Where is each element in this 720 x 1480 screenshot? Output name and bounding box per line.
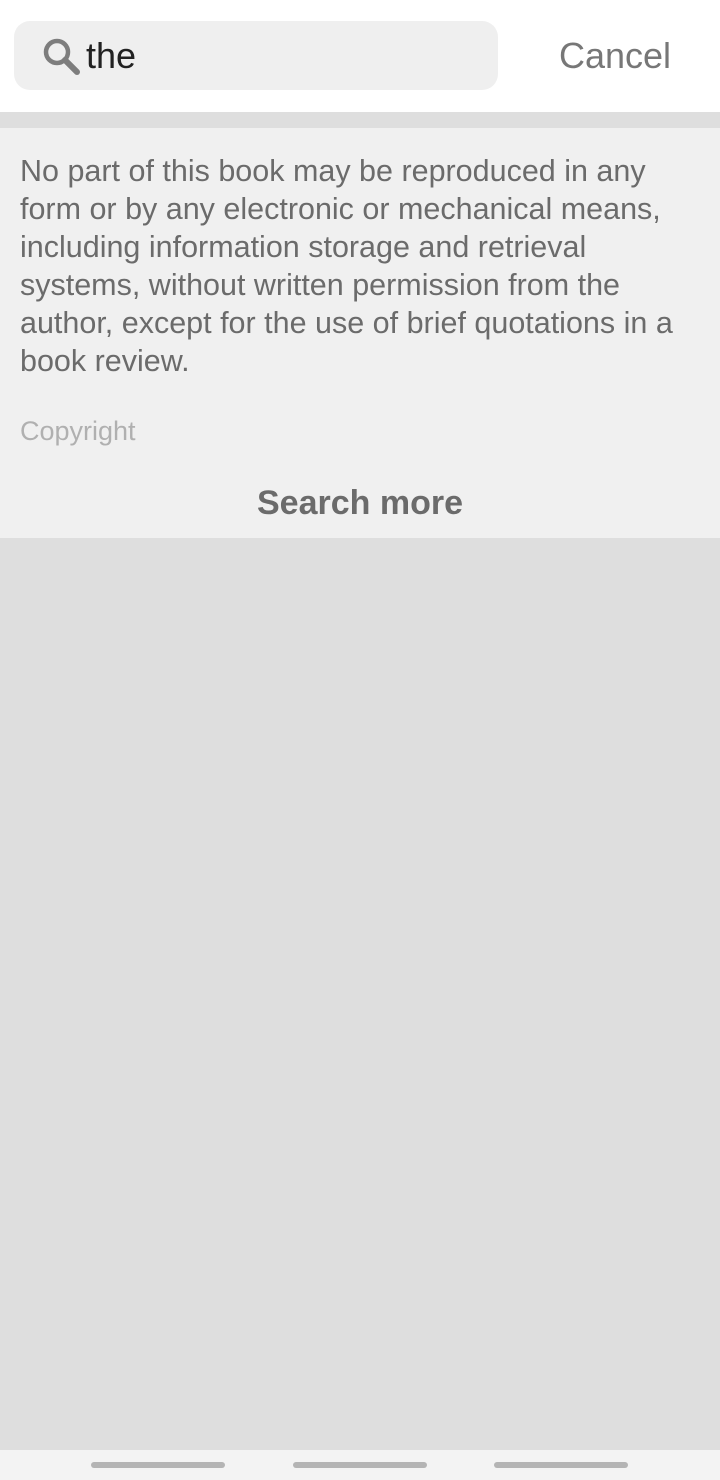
cancel-button[interactable]: Cancel <box>540 21 690 90</box>
nav-handle-center[interactable] <box>293 1462 427 1468</box>
search-results: No part of this book may be reproduced i… <box>0 128 720 538</box>
system-nav-bar <box>0 1450 720 1480</box>
search-input[interactable] <box>86 21 486 90</box>
search-header: Cancel <box>0 0 720 112</box>
search-more-button[interactable]: Search more <box>0 468 720 538</box>
nav-handle-left[interactable] <box>91 1462 225 1468</box>
search-screen: Cancel No part of this book may be repro… <box>0 0 720 1480</box>
result-snippet: No part of this book may be reproduced i… <box>20 154 673 378</box>
result-chapter-label: Copyright <box>20 416 136 446</box>
nav-handle-right[interactable] <box>494 1462 628 1468</box>
search-icon <box>42 37 80 75</box>
divider <box>0 112 720 128</box>
search-result-item[interactable]: No part of this book may be reproduced i… <box>0 128 720 458</box>
search-field[interactable] <box>14 21 498 90</box>
